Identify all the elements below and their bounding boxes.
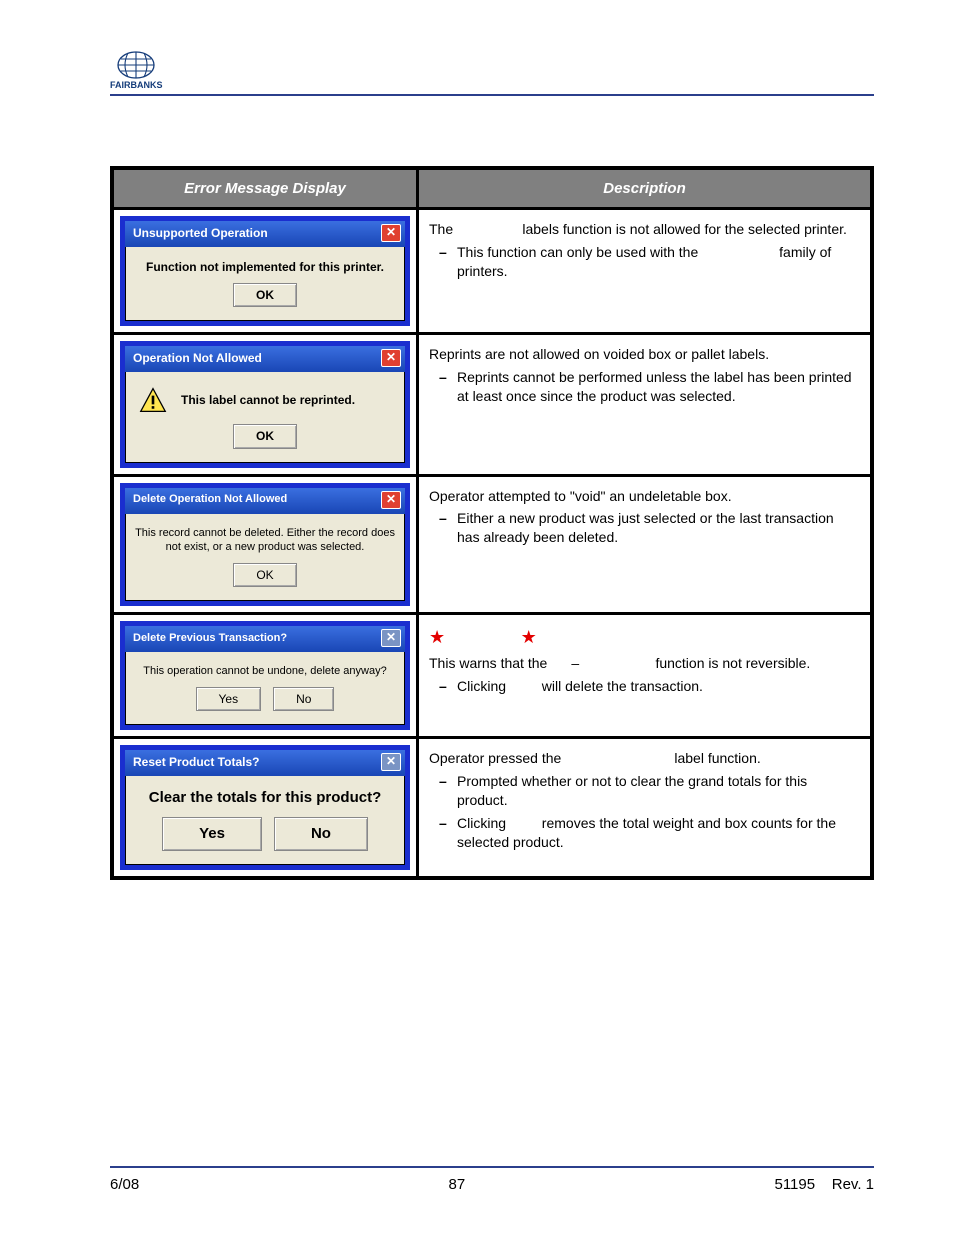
desc-bullet: Either a new product was just selected o… bbox=[439, 509, 858, 547]
error-desc-cell: Operator attempted to "void" an undeleta… bbox=[418, 475, 873, 614]
desc-list: Prompted whether or not to clear the gra… bbox=[439, 772, 858, 852]
desc-bullet: Clicking YES will delete the transaction… bbox=[439, 677, 858, 696]
desc-para: The REPRINT labels function is not allow… bbox=[429, 220, 858, 239]
dialog-button[interactable]: OK bbox=[233, 283, 297, 307]
close-icon[interactable]: ✕ bbox=[381, 491, 401, 509]
dialog-title: Reset Product Totals? bbox=[133, 754, 259, 770]
error-desc-cell: Reprints are not allowed on voided box o… bbox=[418, 334, 873, 475]
error-image-cell: Reset Product Totals? ✕ Clear the totals… bbox=[112, 738, 418, 878]
close-icon[interactable]: ✕ bbox=[381, 753, 401, 771]
logo-text: FAIRBANKS bbox=[110, 80, 163, 90]
desc-para: Operator attempted to "void" an undeleta… bbox=[429, 487, 858, 506]
desc-bullet: Prompted whether or not to clear the gra… bbox=[439, 772, 858, 810]
error-image-cell: Delete Previous Transaction? ✕ This oper… bbox=[112, 614, 418, 738]
error-desc-cell: Operator pressed the RESET TOTALS label … bbox=[418, 738, 873, 878]
dialog-button[interactable]: Yes bbox=[196, 687, 262, 711]
desc-para: This warns that the F4 – VOID BOX functi… bbox=[429, 654, 858, 673]
close-icon[interactable]: ✕ bbox=[381, 629, 401, 647]
header: FAIRBANKS Section 8: Error Codes bbox=[110, 50, 874, 96]
desc-list: Clicking YES will delete the transaction… bbox=[439, 677, 858, 696]
dialog-title: Delete Operation Not Allowed bbox=[133, 492, 287, 507]
dialog: Delete Operation Not Allowed ✕ This reco… bbox=[120, 483, 410, 607]
error-table: Error Message Display Description Unsupp… bbox=[110, 166, 874, 880]
close-icon[interactable]: ✕ bbox=[381, 224, 401, 242]
desc-bullet: This function can only be used with the … bbox=[439, 243, 858, 281]
dialog-button[interactable]: OK bbox=[233, 563, 296, 587]
desc-list: Reprints cannot be performed unless the … bbox=[439, 368, 858, 406]
page: FAIRBANKS Section 8: Error Codes Error M… bbox=[0, 0, 954, 1235]
dialog: Reset Product Totals? ✕ Clear the totals… bbox=[120, 745, 410, 870]
logo: FAIRBANKS bbox=[110, 50, 163, 90]
desc-bullet: Reprints cannot be performed unless the … bbox=[439, 368, 858, 406]
table-row: Delete Previous Transaction? ✕ This oper… bbox=[112, 614, 872, 738]
dialog-titlebar: Operation Not Allowed ✕ bbox=[125, 346, 405, 372]
dialog-titlebar: Delete Operation Not Allowed ✕ bbox=[125, 488, 405, 514]
desc-list: Either a new product was just selected o… bbox=[439, 509, 858, 547]
dialog-title: Operation Not Allowed bbox=[133, 350, 262, 366]
dialog-titlebar: Delete Previous Transaction? ✕ bbox=[125, 626, 405, 652]
dialog-title: Delete Previous Transaction? bbox=[133, 631, 287, 646]
footer-page: 87 bbox=[449, 1176, 466, 1193]
col-header-right: Description bbox=[418, 168, 873, 209]
desc-para: Operator pressed the RESET TOTALS label … bbox=[429, 749, 858, 768]
dialog-titlebar: Unsupported Operation ✕ bbox=[125, 221, 405, 247]
dialog: Unsupported Operation ✕ Function not imp… bbox=[120, 216, 410, 326]
dialog-button[interactable]: Yes bbox=[162, 817, 262, 851]
dialog-button[interactable]: OK bbox=[233, 424, 297, 448]
error-image-cell: Delete Operation Not Allowed ✕ This reco… bbox=[112, 475, 418, 614]
section-title: Section 8: Error Codes bbox=[175, 69, 874, 90]
table-row: Delete Operation Not Allowed ✕ This reco… bbox=[112, 475, 872, 614]
dialog-titlebar: Reset Product Totals? ✕ bbox=[125, 750, 405, 776]
globe-icon bbox=[115, 50, 157, 80]
dialog-button[interactable]: No bbox=[274, 817, 368, 851]
desc-para: Reprints are not allowed on voided box o… bbox=[429, 345, 858, 364]
table-row: Unsupported Operation ✕ Function not imp… bbox=[112, 209, 872, 334]
table-row: Operation Not Allowed ✕ This label canno… bbox=[112, 334, 872, 475]
close-icon[interactable]: ✕ bbox=[381, 349, 401, 367]
footer-date: 6/08 bbox=[110, 1176, 139, 1193]
dialog: Operation Not Allowed ✕ This label canno… bbox=[120, 341, 410, 467]
error-image-cell: Operation Not Allowed ✕ This label canno… bbox=[112, 334, 418, 475]
dialog: Delete Previous Transaction? ✕ This oper… bbox=[120, 621, 410, 730]
table-row: Reset Product Totals? ✕ Clear the totals… bbox=[112, 738, 872, 878]
dialog-title: Unsupported Operation bbox=[133, 225, 268, 241]
footer: 6/08 87 51195 Rev. 1 bbox=[110, 1166, 874, 1193]
footer-doc: 51195 Rev. 1 bbox=[774, 1176, 874, 1193]
error-desc-cell: The REPRINT labels function is not allow… bbox=[418, 209, 873, 334]
desc-list: This function can only be used with the … bbox=[439, 243, 858, 281]
error-image-cell: Unsupported Operation ✕ Function not imp… bbox=[112, 209, 418, 334]
error-desc-cell: ★ WARNING ★ This warns that the F4 – VOID… bbox=[418, 614, 873, 738]
col-header-left: Error Message Display bbox=[112, 168, 418, 209]
warning-line: ★ WARNING ★ bbox=[429, 625, 858, 649]
desc-bullet: Clicking YES removes the total weight an… bbox=[439, 814, 858, 852]
dialog-button[interactable]: No bbox=[273, 687, 334, 711]
